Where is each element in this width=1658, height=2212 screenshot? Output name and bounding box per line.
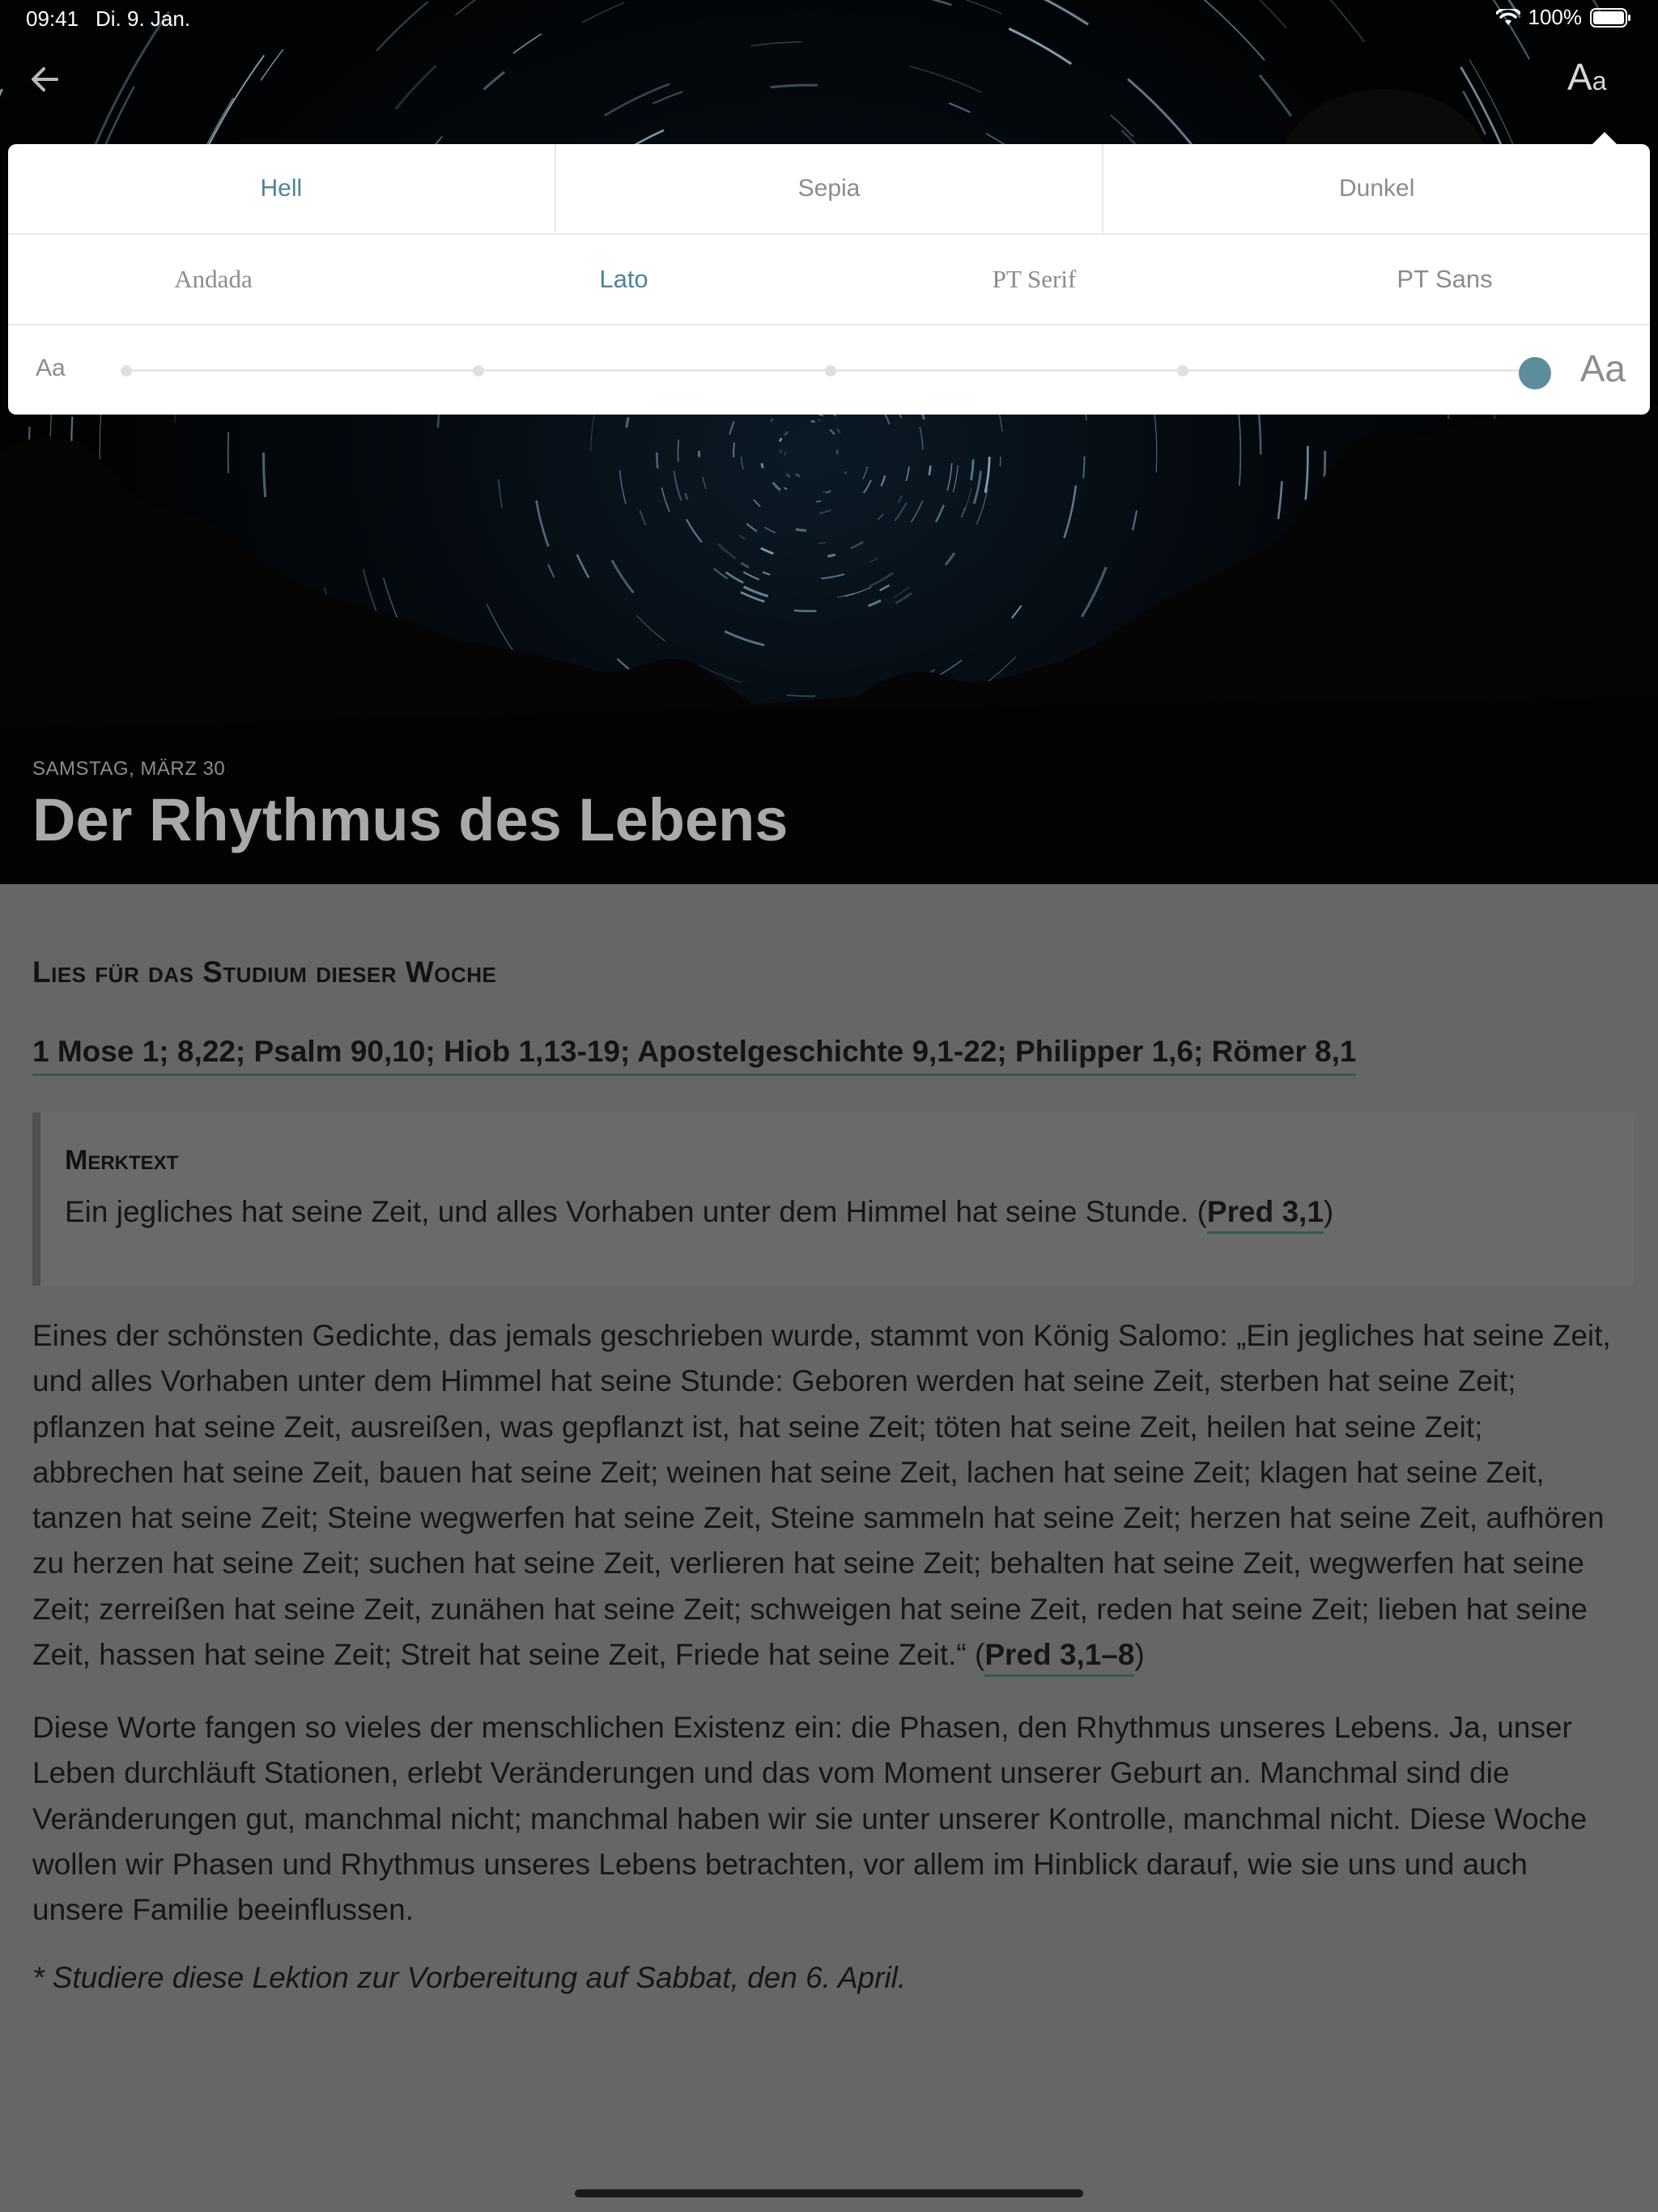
paragraph-1-reference-link[interactable]: Pred 3,1–8 (984, 1638, 1135, 1678)
paragraph-1-text: Eines der schönsten Gedichte, das jemals… (32, 1319, 1611, 1672)
memory-text-close: ) (1323, 1195, 1334, 1228)
battery-icon (1590, 7, 1630, 28)
lesson-hero-image: 09:41 Di. 9. Jan. 100% Aa SAMSTAG, MÄRZ … (0, 0, 1658, 884)
text-size-icon: Aa (1567, 56, 1607, 98)
status-time: 09:41 (26, 6, 79, 31)
memory-text-body: Ein jegliches hat seine Zeit, und alles … (65, 1195, 1207, 1228)
lesson-title: Der Rhythmus des Lebens (32, 786, 789, 853)
theme-option-sepia[interactable]: Sepia (556, 144, 1104, 233)
battery-percent: 100% (1528, 5, 1583, 29)
lesson-footnote: * Studiere diese Lektion zur Vorbereitun… (32, 1961, 907, 1994)
status-date: Di. 9. Jan. (96, 6, 191, 31)
font-selector: Andada Lato PT Serif PT Sans (8, 235, 1650, 325)
lesson-paragraph-1: Eines der schönsten Gedichte, das jemals… (32, 1313, 1626, 1678)
font-size-slider-step[interactable] (473, 365, 484, 376)
font-size-slider-step[interactable] (1177, 365, 1188, 376)
font-option-andada[interactable]: Andada (8, 235, 419, 324)
back-button[interactable] (24, 58, 66, 100)
paragraph-1-close: ) (1134, 1638, 1145, 1672)
font-option-pt-serif[interactable]: PT Serif (829, 235, 1239, 324)
status-bar: 09:41 Di. 9. Jan. 100% (0, 0, 1658, 39)
theme-selector: Hell Sepia Dunkel (8, 144, 1650, 235)
memory-text: Ein jegliches hat seine Zeit, und alles … (65, 1195, 1334, 1234)
font-size-slider-knob[interactable] (1519, 357, 1551, 389)
treeline-silhouette (0, 89, 1658, 884)
lesson-date: SAMSTAG, MÄRZ 30 (32, 758, 226, 780)
font-option-lato[interactable]: Lato (419, 235, 829, 324)
home-indicator (575, 2189, 1083, 2197)
wifi-icon (1495, 8, 1520, 25)
text-settings-button[interactable]: Aa (1567, 55, 1626, 100)
theme-option-dunkel[interactable]: Dunkel (1103, 144, 1650, 233)
memory-text-title: Merktext (65, 1145, 179, 1176)
font-size-slider-step[interactable] (825, 365, 836, 376)
reading-heading: Lies für das Studium dieser Woche (32, 955, 497, 989)
memory-reference-link[interactable]: Pred 3,1 (1206, 1195, 1324, 1234)
reading-references-link[interactable]: 1 Mose 1; 8,22; Psalm 90,10; Hiob 1,13-1… (32, 1035, 1357, 1076)
font-size-slider-step[interactable] (121, 365, 132, 376)
font-size-small-label: Aa (36, 355, 66, 381)
popover-caret (1592, 132, 1618, 145)
lesson-paragraph-2: Diese Worte fangen so vieles der menschl… (32, 1711, 1588, 1927)
arrow-left-icon (32, 67, 58, 91)
font-option-pt-sans[interactable]: PT Sans (1239, 235, 1650, 324)
font-size-large-label: Aa (1579, 347, 1626, 389)
font-size-row: Aa Aa (8, 325, 1650, 415)
text-settings-popover: Hell Sepia Dunkel Andada Lato PT Serif P… (8, 144, 1650, 415)
theme-option-hell[interactable]: Hell (8, 144, 556, 233)
memory-text-block: Merktext Ein jegliches hat seine Zeit, u… (32, 1112, 1634, 1286)
